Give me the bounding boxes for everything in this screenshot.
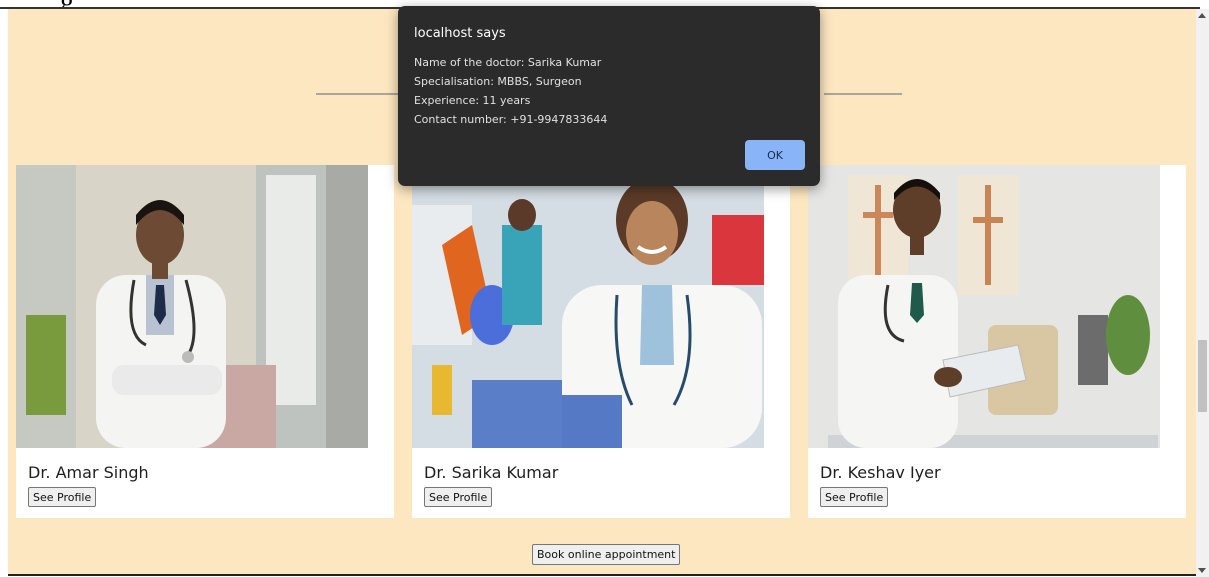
doctor-photo-icon [808,165,1160,448]
alert-line-contact: Contact number: +91-9947833644 [414,113,608,126]
vertical-scrollbar[interactable] [1196,9,1209,577]
alert-message: Name of the doctor: Sarika Kumar Special… [414,53,607,129]
alert-line-doctor-name: Name of the doctor: Sarika Kumar [414,56,602,69]
scrollbar-thumb[interactable] [1198,340,1207,412]
see-profile-button[interactable]: See Profile [820,487,889,507]
doctor-card-keshav-iyer: Dr. Keshav Iyer See Profile [808,165,1186,518]
heading-divider-right [824,93,902,95]
scroll-up-arrow-icon[interactable] [1198,13,1206,18]
heading-divider-left [316,93,408,95]
book-appointment-button[interactable]: Book online appointment [532,544,681,565]
ok-button[interactable]: OK [745,140,805,170]
doctor-photo-keshav-iyer [808,165,1160,448]
alert-line-experience: Experience: 11 years [414,94,531,107]
doctor-card-sarika-kumar: Dr. Sarika Kumar See Profile [412,165,790,518]
doctor-photo-amar-singh [16,165,368,448]
see-profile-button[interactable]: See Profile [28,487,97,507]
alert-dialog: localhost says Name of the doctor: Sarik… [398,6,820,186]
see-profile-button[interactable]: See Profile [424,487,493,507]
doctor-name: Dr. Sarika Kumar [424,463,559,482]
alert-title: localhost says [414,26,506,41]
alert-line-specialisation: Specialisation: MBBS, Surgeon [414,75,582,88]
doctor-photo-icon [16,165,368,448]
bottom-border [8,574,1196,576]
doctor-photo-icon [412,165,764,448]
doctor-card-amar-singh: Dr. Amar Singh See Profile [16,165,394,518]
doctor-name: Dr. Amar Singh [28,463,149,482]
doctor-photo-sarika-kumar [412,165,764,448]
scroll-down-arrow-icon[interactable] [1198,568,1206,573]
doctor-name: Dr. Keshav Iyer [820,463,941,482]
